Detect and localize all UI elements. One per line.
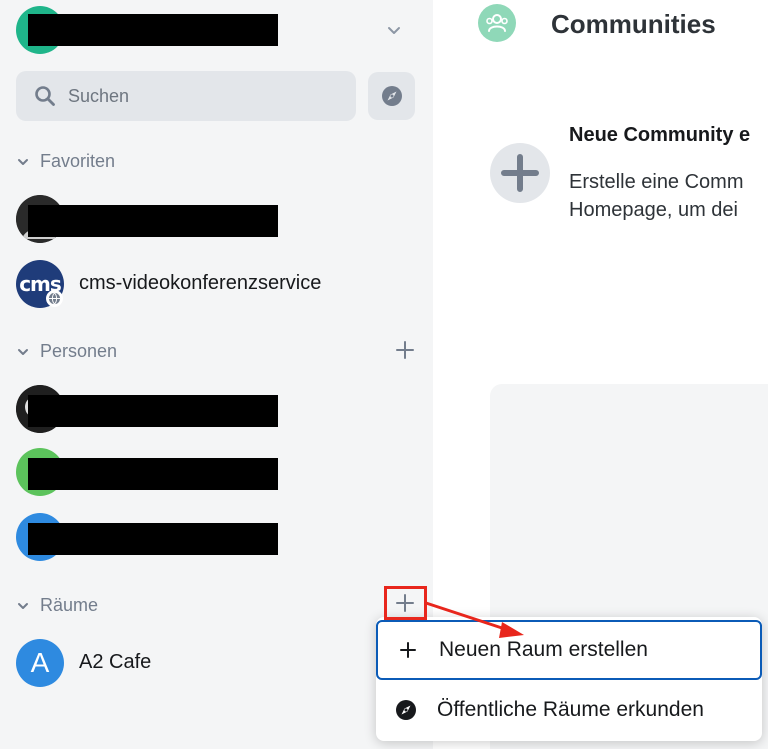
communities-icon	[478, 4, 516, 42]
compass-icon	[396, 700, 416, 720]
section-label: Favoriten	[40, 151, 116, 171]
sidebar: Suchen Favoriten cms cms-videokonferenzs…	[0, 0, 433, 749]
person-name-redacted[interactable]	[28, 458, 278, 490]
chevron-down-icon	[18, 602, 28, 609]
search-input[interactable]: Suchen	[16, 71, 356, 121]
card-description-line: Erstelle eine Comm	[569, 171, 744, 193]
add-room-context-menu: Neuen Raum erstellen Öffentliche Räume e…	[376, 617, 762, 741]
explore-rooms-button[interactable]	[368, 72, 415, 120]
globe-icon-badge	[46, 290, 63, 307]
plus-icon	[400, 642, 416, 658]
avatar-letter: A	[30, 647, 50, 678]
person-name-redacted[interactable]	[28, 523, 278, 555]
card-description-line: Homepage, um dei	[569, 199, 738, 221]
chevron-down-icon[interactable]	[384, 20, 404, 40]
add-icon[interactable]	[393, 338, 417, 362]
globe-icon	[48, 292, 61, 305]
section-header-rooms[interactable]: Räume	[16, 595, 98, 616]
person-name-redacted[interactable]	[28, 395, 278, 427]
list-item-label[interactable]: cms-videokonferenzservice	[79, 272, 321, 295]
annotation-highlight-box	[384, 586, 427, 620]
menu-item-create-room[interactable]: Neuen Raum erstellen	[376, 620, 762, 680]
page-title: Communities	[551, 9, 716, 39]
section-header-favorites[interactable]: Favoriten	[16, 151, 115, 172]
menu-item-label: Öffentliche Räume erkunden	[437, 698, 704, 721]
create-community-button[interactable]	[490, 143, 550, 203]
menu-item-explore-public-rooms[interactable]: Öffentliche Räume erkunden	[376, 680, 762, 740]
people-icon	[486, 14, 508, 32]
list-item-label[interactable]: A2 Cafe	[79, 651, 151, 674]
favorite-name-redacted[interactable]	[28, 205, 278, 237]
section-header-people[interactable]: Personen	[16, 341, 117, 362]
plus-icon	[501, 154, 539, 192]
search-icon	[35, 86, 55, 106]
card-title: Neue Community e	[569, 124, 751, 146]
section-label: Räume	[40, 595, 99, 615]
account-name-redacted[interactable]	[28, 14, 278, 46]
menu-item-label: Neuen Raum erstellen	[439, 638, 648, 661]
search-placeholder: Suchen	[68, 85, 130, 106]
chevron-down-icon	[18, 158, 28, 165]
card-description: Erstelle eine Comm Homepage, um dei	[569, 168, 768, 224]
avatar[interactable]: A	[16, 639, 64, 687]
compass-icon	[381, 86, 402, 106]
section-label: Personen	[40, 341, 118, 361]
chevron-down-icon	[18, 348, 28, 355]
